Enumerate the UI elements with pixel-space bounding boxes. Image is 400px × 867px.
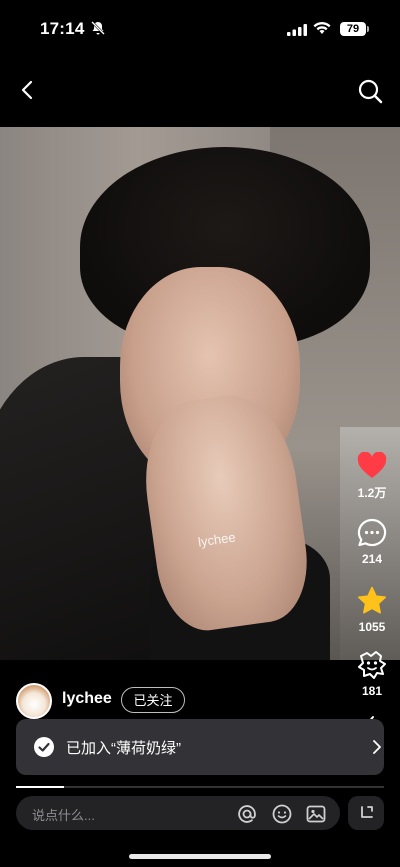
share-sticker-icon xyxy=(358,651,386,679)
share-button[interactable]: 181 xyxy=(352,650,392,698)
expand-icon xyxy=(361,806,373,818)
status-time: 17:14 xyxy=(40,19,85,38)
author-name[interactable]: lychee xyxy=(62,690,112,708)
check-circle-icon xyxy=(34,737,54,757)
wifi-icon xyxy=(313,21,331,34)
search-icon[interactable] xyxy=(357,78,383,104)
like-count: 1.2万 xyxy=(357,486,387,500)
comment-count: 214 xyxy=(361,552,383,566)
toast-message: 已加入“薄荷奶绿” xyxy=(66,740,181,757)
mention-icon[interactable] xyxy=(237,804,257,824)
follow-button[interactable]: 已关注 xyxy=(121,687,185,713)
favorite-button[interactable]: 1055 xyxy=(352,586,392,634)
comment-placeholder: 说点什么... xyxy=(32,808,95,823)
carousel-progress-fill xyxy=(16,786,64,788)
comment-bubble-icon xyxy=(357,518,387,547)
like-button[interactable]: 1.2万 xyxy=(352,452,392,501)
share-count: 181 xyxy=(361,684,383,698)
expand-button[interactable] xyxy=(348,796,384,830)
battery-indicator: 79 xyxy=(340,22,366,36)
comment-input[interactable]: 说点什么... xyxy=(16,796,340,830)
carousel-progress-track xyxy=(16,786,384,788)
mute-bell-icon xyxy=(91,21,105,35)
battery-tip xyxy=(367,26,369,32)
added-to-collection-toast[interactable]: 已加入“薄荷奶绿” xyxy=(16,719,384,775)
favorite-count: 1055 xyxy=(358,620,386,634)
image-picker-icon[interactable] xyxy=(306,804,326,824)
author-avatar[interactable] xyxy=(16,683,52,719)
heart-icon xyxy=(357,452,387,478)
star-icon xyxy=(357,586,387,614)
comment-button[interactable]: 214 xyxy=(352,518,392,566)
home-indicator[interactable] xyxy=(129,854,271,859)
signal-icon xyxy=(287,24,307,36)
back-arrow-icon[interactable] xyxy=(16,78,40,102)
emoji-icon[interactable] xyxy=(272,804,292,824)
chevron-right-icon xyxy=(373,740,381,754)
post-image[interactable]: lychee xyxy=(0,127,400,660)
